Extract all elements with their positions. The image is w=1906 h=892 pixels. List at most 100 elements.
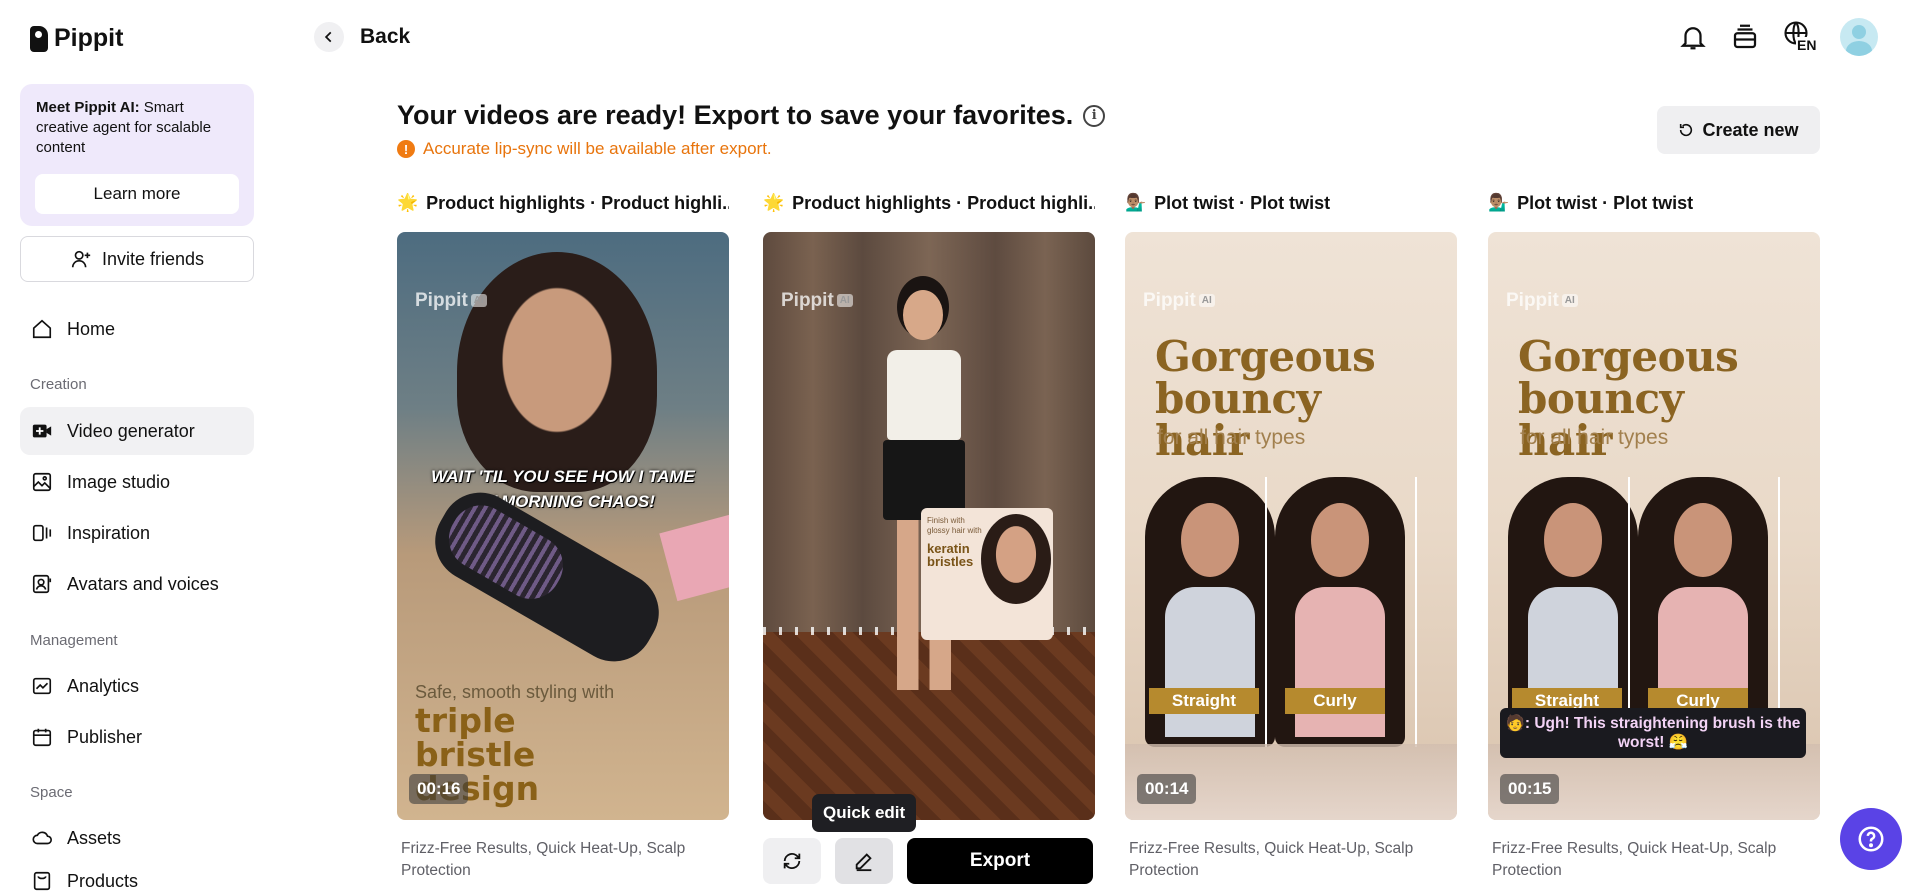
pippit-logo-icon	[30, 25, 48, 52]
video-plus-icon	[32, 424, 52, 438]
duration-badge: 00:14	[1137, 774, 1197, 804]
video-thumbnail[interactable]: Pippit AI Gorgeous bouncy hair for all ha…	[1488, 232, 1820, 820]
book-figure	[659, 512, 729, 602]
watermark-text: Pippit	[415, 290, 468, 311]
presenter-figure	[457, 252, 657, 492]
card-actions: Export	[763, 838, 1093, 884]
video-card-3[interactable]: 💁🏽‍♂️ Plot twist · Plot twist Pippit AI G…	[1125, 190, 1457, 879]
invite-friends-button[interactable]: Invite friends	[20, 236, 254, 282]
stack-icon[interactable]	[1730, 22, 1760, 52]
watermark: Pippit AI	[415, 290, 487, 312]
card-title: 🌟 Product highlights · Product highli...	[763, 190, 1095, 216]
learn-more-button[interactable]: Learn more	[35, 174, 239, 214]
sidebar-item-label: Inspiration	[67, 522, 151, 543]
sidebar-item-products[interactable]: Products	[20, 857, 254, 892]
sidebar-item-label: Products	[67, 870, 139, 891]
watermark-badge: AI	[1561, 294, 1578, 307]
refresh-icon	[1680, 123, 1693, 137]
page-title-text: Your videos are ready! Export to save yo…	[397, 100, 1074, 130]
sidebar-item-video-generator[interactable]: Video generator	[20, 407, 254, 455]
sidebar: Pippit Meet Pippit AI: Smart creative ag…	[0, 0, 268, 892]
card-description: Frizz-Free Results, Quick Heat-Up, Scalp…	[1129, 840, 1414, 879]
watermark-text: Pippit	[781, 290, 834, 311]
watermark-badge: AI	[1198, 294, 1215, 307]
video-thumbnail[interactable]: Pippit AI Finish with glossy hair with ke…	[763, 232, 1095, 820]
video-card-1[interactable]: 🌟 Product highlights · Product highli...…	[397, 190, 729, 879]
promo-title: Meet Pippit AI:	[36, 99, 140, 116]
product-inset: Finish with glossy hair with keratin bri…	[921, 508, 1053, 640]
video-thumbnail[interactable]: Pippit AI Gorgeous bouncy hair for all ha…	[1125, 232, 1457, 820]
add-user-icon	[71, 250, 91, 268]
language-code: EN	[1796, 37, 1818, 53]
person-icon: 💁🏽‍♂️	[1488, 193, 1510, 212]
create-new-label: Create new	[1702, 119, 1799, 140]
image-icon	[32, 472, 52, 492]
overlay-subline: for all hair types	[1520, 426, 1669, 449]
sidebar-item-publisher[interactable]: Publisher	[20, 713, 254, 761]
sidebar-item-image-studio[interactable]: Image studio	[20, 458, 254, 506]
tag-straight: Straight	[1149, 688, 1259, 714]
sidebar-item-analytics[interactable]: Analytics	[20, 662, 254, 710]
avatar-voice-icon	[32, 574, 52, 594]
quick-edit-button[interactable]	[835, 838, 893, 884]
pencil-icon	[855, 853, 872, 872]
card-title: 💁🏽‍♂️ Plot twist · Plot twist	[1488, 190, 1820, 216]
divider	[1628, 477, 1630, 747]
card-title-text: Product highlights · Product highli...	[426, 192, 729, 213]
sparkle-icon: 🌟	[397, 193, 419, 212]
top-icons: EN	[1678, 18, 1878, 56]
watermark-text: Pippit	[1506, 290, 1559, 311]
sidebar-item-label: Avatars and voices	[67, 573, 219, 594]
avatar[interactable]	[1840, 18, 1878, 56]
bell-icon[interactable]	[1678, 22, 1708, 52]
sidebar-item-avatars-voices[interactable]: Avatars and voices	[20, 560, 254, 608]
tag-curly: Curly	[1285, 688, 1385, 714]
duration-badge: 00:16	[409, 774, 469, 804]
card-description: Frizz-Free Results, Quick Heat-Up, Scalp…	[401, 840, 686, 879]
sidebar-item-home[interactable]: Home	[20, 305, 254, 353]
calendar-icon	[32, 728, 52, 747]
regenerate-icon	[783, 853, 801, 869]
chevron-left-icon	[314, 22, 344, 52]
warning-text: Accurate lip-sync will be available afte…	[423, 139, 772, 158]
inset-big-text: keratin bristles	[927, 541, 974, 569]
section-label-creation: Creation	[30, 376, 87, 393]
sidebar-item-label: Home	[67, 318, 116, 339]
dialog-subtitle: 🧑: Ugh! This straightening brush is the …	[1500, 708, 1806, 758]
card-title-text: Plot twist · Plot twist	[1517, 192, 1694, 213]
video-thumbnail[interactable]: Pippit AI WAIT 'TIL YOU SEE HOW I TAME MY…	[397, 232, 729, 820]
back-label: Back	[360, 25, 411, 48]
back-button[interactable]: Back	[314, 22, 410, 52]
watermark: Pippit AI	[781, 290, 853, 312]
help-button[interactable]	[1840, 808, 1902, 870]
card-title-text: Plot twist · Plot twist	[1154, 192, 1331, 213]
analytics-icon	[32, 677, 52, 695]
sidebar-item-label: Video generator	[67, 420, 195, 441]
regenerate-button[interactable]	[763, 838, 821, 884]
info-icon[interactable]: i	[1083, 104, 1106, 127]
sidebar-item-inspiration[interactable]: Inspiration	[20, 509, 254, 557]
overlay-subline: for all hair types	[1157, 426, 1306, 449]
sidebar-item-label: Image studio	[67, 471, 171, 492]
sidebar-item-label: Assets	[67, 827, 122, 848]
sidebar-item-assets[interactable]: Assets	[20, 814, 254, 862]
export-button[interactable]: Export	[907, 838, 1093, 884]
app-logo[interactable]: Pippit	[30, 24, 123, 53]
home-icon	[32, 319, 52, 339]
inset-small-text: Finish with glossy hair with	[927, 516, 982, 535]
app-name: Pippit	[54, 24, 124, 52]
sparkle-icon: 🌟	[763, 193, 785, 212]
products-icon	[33, 871, 51, 891]
watermark-badge: AI	[470, 294, 487, 307]
card-title: 🌟 Product highlights · Product highli...	[397, 190, 729, 216]
watermark-badge: AI	[836, 294, 853, 307]
divider	[1265, 477, 1267, 747]
promo-text: Meet Pippit AI: Smart creative agent for…	[36, 98, 238, 158]
inspiration-icon	[32, 524, 52, 542]
video-card-4[interactable]: 💁🏽‍♂️ Plot twist · Plot twist Pippit AI G…	[1488, 190, 1820, 879]
create-new-button[interactable]: Create new	[1657, 106, 1820, 154]
language-switcher[interactable]: EN	[1782, 19, 1818, 55]
watermark: Pippit AI	[1506, 290, 1578, 312]
video-card-2[interactable]: 🌟 Product highlights · Product highli...…	[763, 190, 1095, 820]
page-title: Your videos are ready! Export to save yo…	[397, 100, 1106, 131]
